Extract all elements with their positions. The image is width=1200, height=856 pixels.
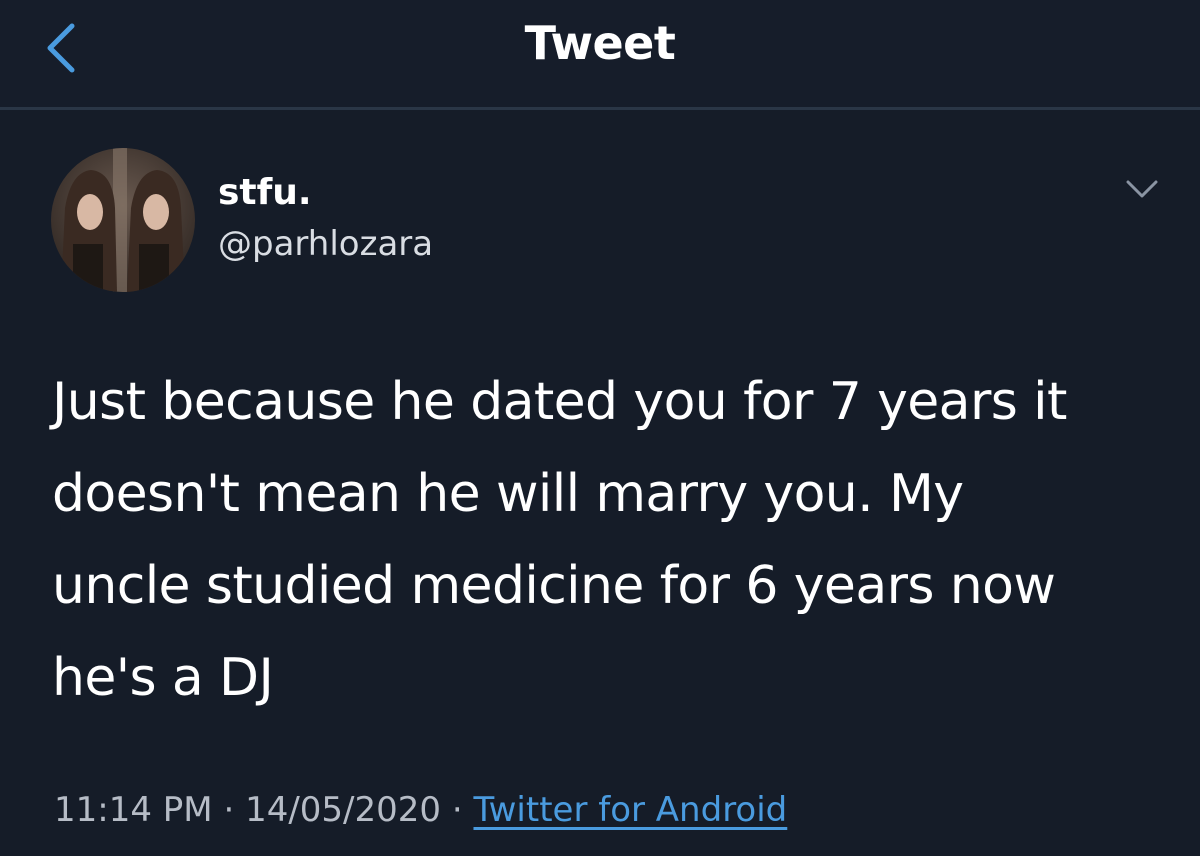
tweet-text-line: uncle studied medicine for 6 years now — [52, 556, 1056, 616]
meta-separator: · — [223, 790, 235, 830]
avatar-photo — [51, 148, 195, 292]
page-title: Tweet — [524, 16, 676, 70]
avatar[interactable] — [51, 148, 195, 292]
top-bar: Tweet — [0, 0, 1200, 110]
display-name[interactable]: stfu. — [218, 172, 312, 213]
tweet-source-link[interactable]: Twitter for Android — [473, 790, 787, 830]
tweet-date: 14/05/2020 — [245, 790, 442, 830]
chevron-down-icon[interactable] — [1120, 172, 1164, 208]
tweet-text-line: he's a DJ — [52, 648, 274, 708]
tweet-text-line: Just because he dated you for 7 years it — [52, 372, 1067, 432]
tweet-text-line: doesn't mean he will marry you. My — [52, 464, 964, 524]
meta-separator: · — [451, 790, 463, 830]
tweet-time: 11:14 PM — [54, 790, 213, 830]
tweet-text: Just because he dated you for 7 years it… — [52, 356, 1162, 724]
tweet-meta: 11:14 PM · 14/05/2020 · Twitter for Andr… — [54, 790, 787, 830]
user-handle[interactable]: @parhlozara — [218, 224, 433, 264]
